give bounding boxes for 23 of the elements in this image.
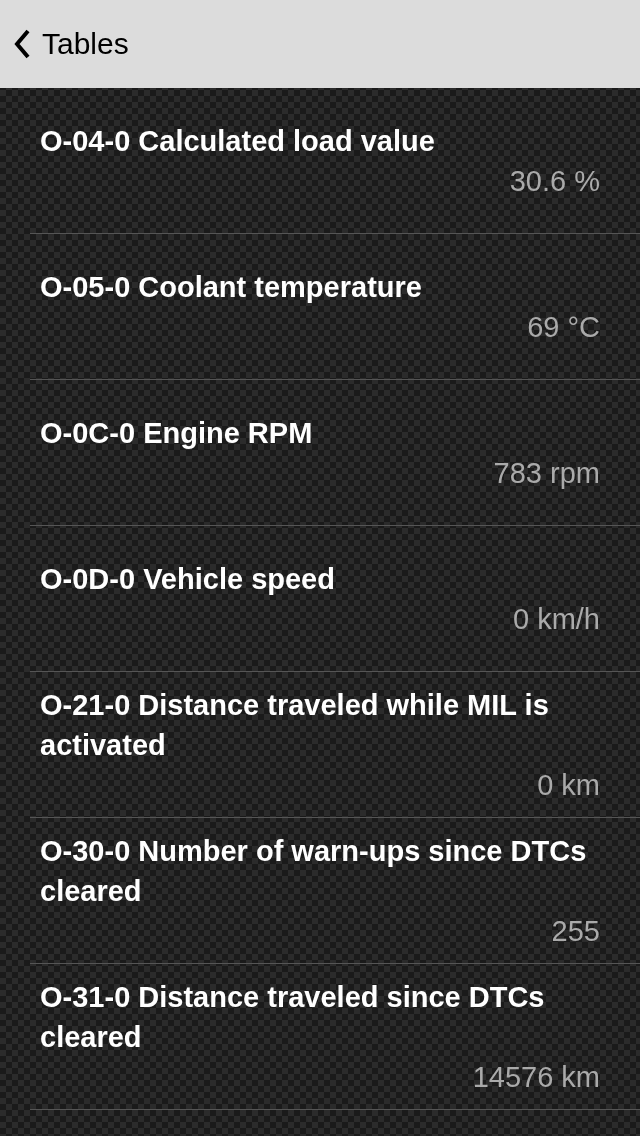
row-title: O-0D-0 Vehicle speed [40, 561, 336, 597]
table-row[interactable]: O-31-0 Distance traveled since DTCs cleared 14576 km [30, 964, 640, 1110]
table-row[interactable]: O-0D-0 Vehicle speed 0 km/h [30, 526, 640, 672]
row-title: O-31-0 Distance traveled since DTCs cleared [40, 979, 546, 1055]
table-row[interactable]: O-21-0 Distance traveled while MIL is activated 0 km [30, 672, 640, 818]
row-title: O-04-0 Calculated load value [40, 123, 436, 159]
back-icon [14, 29, 30, 59]
row-title: O-05-0 Coolant temperature [40, 269, 423, 305]
back-button[interactable]: Tables [14, 27, 129, 61]
row-value: 0 km/h [512, 601, 600, 637]
row-value: 14576 km [472, 1059, 600, 1095]
row-title: O-21-0 Distance traveled while MIL is activated [40, 687, 550, 763]
row-title: O-0C-0 Engine RPM [40, 415, 314, 451]
row-value: 0 km [537, 767, 600, 803]
row-value: 783 rpm [493, 455, 600, 491]
row-value: 30.6 % [509, 163, 600, 199]
row-title: O-30-0 Number of warn-ups since DTCs cleared [40, 833, 588, 909]
table-row[interactable]: O-04-0 Calculated load value 30.6 % [30, 88, 640, 234]
table-row[interactable]: O-0C-0 Engine RPM 783 rpm [30, 380, 640, 526]
row-value: 69 °C [527, 309, 600, 345]
row-value: 255 [551, 913, 600, 949]
table-row[interactable]: O-05-0 Coolant temperature 69 °C [30, 234, 640, 380]
table-row[interactable]: O-30-0 Number of warn-ups since DTCs cleared 255 [30, 818, 640, 964]
